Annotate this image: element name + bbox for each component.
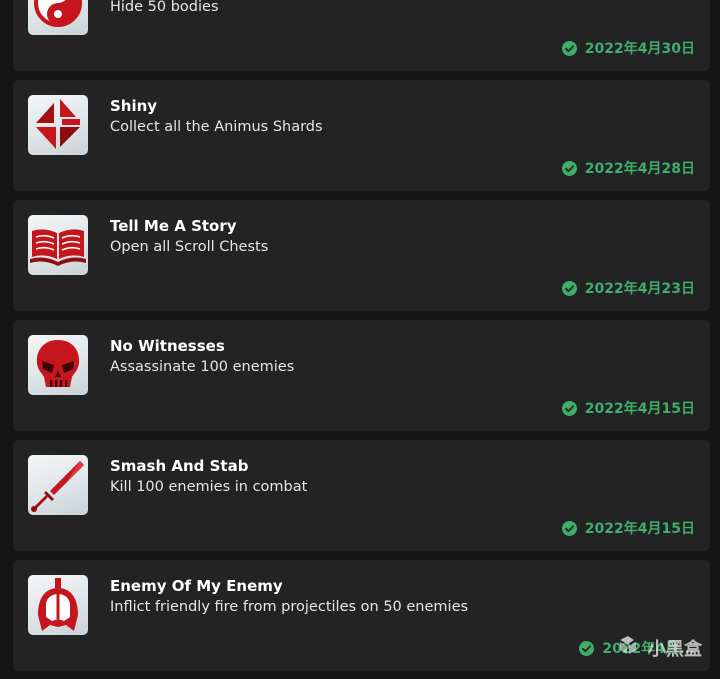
skull-icon (28, 335, 88, 395)
achievement-title: Smash And Stab (110, 457, 249, 475)
unlock-date: 2022年4月15日 (561, 398, 695, 418)
check-circle-icon (561, 400, 577, 416)
achievement-card: Smash And Stab Kill 100 enemies in comba… (13, 440, 710, 551)
achievement-card: Tell Me A Story Open all Scroll Chests 2… (13, 200, 710, 311)
check-circle-icon (561, 520, 577, 536)
animus-shard-icon (28, 95, 88, 155)
unlock-date-text: 2022年4月15日 (584, 521, 695, 537)
achievement-description: Hide 50 bodies (110, 0, 219, 15)
achievement-card: Enemy Of My Enemy Inflict friendly fire … (13, 560, 710, 671)
watermark-text: 小黑盒 (648, 638, 702, 660)
achievement-card: No Witnesses Assassinate 100 enemies 202… (13, 320, 710, 431)
achievement-title: Enemy Of My Enemy (110, 577, 283, 595)
helmet-icon (28, 575, 88, 635)
unlock-date: 2022年4月28日 (561, 158, 695, 178)
unlock-date-text: 2022年4月30日 (584, 41, 695, 57)
achievement-description: Open all Scroll Chests (110, 239, 269, 255)
check-circle-icon (561, 160, 577, 176)
heybox-logo-icon (618, 634, 648, 661)
unlock-date: 2022年4月23日 (561, 278, 695, 298)
unlock-date-text: 2022年4月23日 (584, 281, 695, 297)
unlock-date: 2022年4月30日 (561, 38, 695, 58)
open-book-icon (28, 215, 88, 275)
check-circle-icon (561, 40, 577, 56)
check-circle-icon (561, 280, 577, 296)
unlock-date-text: 2022年4月28日 (584, 161, 695, 177)
yin-yang-emblem-icon (28, 0, 88, 35)
unlock-date-text: 2022年4月15日 (584, 401, 695, 417)
achievement-card: Hide 50 bodies 2022年4月30日 (13, 0, 710, 71)
achievement-title: No Witnesses (110, 337, 225, 355)
achievement-title: Tell Me A Story (110, 217, 237, 235)
achievement-description: Kill 100 enemies in combat (110, 479, 308, 495)
achievement-title: Shiny (110, 97, 158, 115)
check-circle-icon (579, 640, 595, 656)
watermark: 小黑盒 (618, 634, 702, 661)
achievement-description: Assassinate 100 enemies (110, 359, 295, 375)
dagger-icon (28, 455, 88, 515)
achievement-description: Inflict friendly fire from projectiles o… (110, 599, 469, 615)
achievement-description: Collect all the Animus Shards (110, 119, 323, 135)
achievement-card: Shiny Collect all the Animus Shards 2022… (13, 80, 710, 191)
unlock-date: 2022年4月15日 (561, 518, 695, 538)
achievement-list: Hide 50 bodies 2022年4月30日 Shiny Collect … (0, 0, 720, 679)
